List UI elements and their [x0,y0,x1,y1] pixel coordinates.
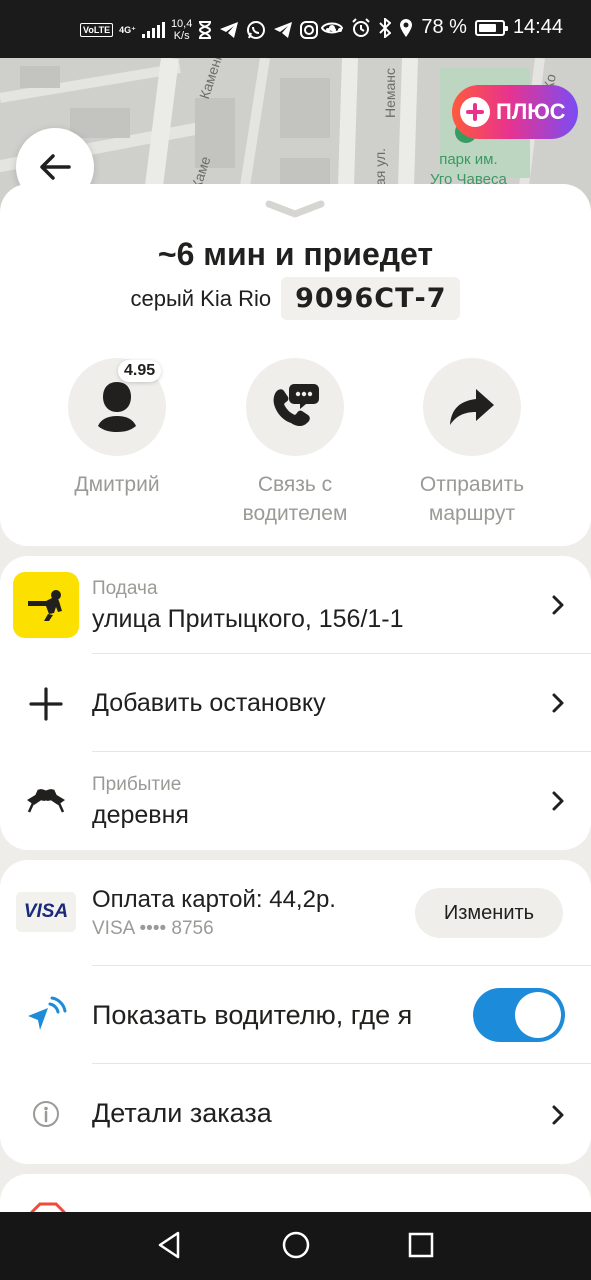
pickup-person-icon [13,572,79,638]
status-right: 78 % 14:44 [321,16,563,39]
volte-indicator: VoLTE [80,23,114,37]
chevron-right-icon [552,791,564,811]
whatsapp-icon [247,21,266,39]
driver-name: Дмитрий [74,473,160,496]
network-speed: 10,4 K/s [171,18,192,42]
battery-percent: 78 % [421,16,467,38]
eta-title: ~6 мин и приедет [157,236,434,272]
share-label-line1: Отправить [419,473,525,496]
chevron-right-icon [552,1105,564,1125]
route-card: Подача улица Притыцкого, 156/1-1 Добавит… [0,556,591,850]
show-location-row[interactable]: Показать водителю, где я [0,966,591,1064]
payment-card: VISA Оплата картой: 44,2р. VISA •••• 875… [0,860,591,1164]
contact-driver-action[interactable]: Связь с водителем [210,358,380,528]
plus-badge-label: ПЛЮС [496,99,566,124]
share-label-line2: маршрут [428,502,516,525]
toggle-knob [515,992,561,1038]
arrival-address: деревня [92,801,189,829]
map-street-label: ая ул. [372,147,388,186]
driver-action[interactable]: 4.95 Дмитрий [32,358,202,499]
hourglass-icon [199,21,212,39]
nav-back-icon[interactable] [156,1230,182,1260]
phone-chat-icon [273,384,319,426]
chevron-right-icon [552,693,564,713]
signal-strength-icon [141,22,165,38]
nav-home-icon[interactable] [281,1230,311,1260]
park-name-line1: парк им. [439,151,498,168]
instagram-icon [300,21,319,39]
pickup-address: улица Притыцкого, 156/1-1 [92,605,404,633]
contact-driver-button[interactable] [246,358,344,456]
pickup-row[interactable]: Подача улица Притыцкого, 156/1-1 [0,556,591,654]
battery-fill [478,23,496,32]
driver-avatar[interactable]: 4.95 [68,358,166,456]
change-payment-button[interactable]: Изменить [415,888,563,938]
nav-recents-icon[interactable] [408,1230,434,1260]
add-stop-label: Добавить остановку [92,689,326,717]
share-route-action[interactable]: Отправить маршрут [387,358,557,528]
status-bar: VoLTE 4G⁺ 10,4 K/s 78 % 14:44 [0,0,591,58]
contact-driver-label: Связь с водителем [210,470,380,528]
share-route-label: Отправить маршрут [387,470,557,528]
payment-row[interactable]: VISA Оплата картой: 44,2р. VISA •••• 875… [0,860,591,966]
map-street-label: Неманс [382,67,398,118]
license-plate: 9096СТ-7 [281,277,461,320]
share-route-button[interactable] [423,358,521,456]
pickup-label: Подача [92,578,158,599]
location-broadcast-icon [28,996,67,1030]
add-stop-row[interactable]: Добавить остановку [0,654,591,752]
car-model: серый Kia Rio [130,285,272,311]
finish-flags-icon [27,789,65,813]
clock: 14:44 [512,16,563,38]
driver-rating-badge: 4.95 [118,360,162,382]
plus-icon [29,687,63,721]
system-nav-bar [0,1212,591,1280]
network-type: 4G⁺ [119,24,136,35]
chevron-right-icon [552,595,564,615]
order-details-row[interactable]: Детали заказа [0,1064,591,1162]
show-location-label: Показать водителю, где я [92,1000,413,1030]
show-location-toggle[interactable] [473,988,565,1042]
arrival-label: Прибытие [92,774,182,795]
bluetooth-icon [379,17,392,38]
payment-title: Оплата картой: 44,2р. [92,886,336,913]
info-icon [33,1101,59,1127]
driver-person-icon [98,382,136,432]
card-number: VISA •••• 8756 [92,918,214,939]
plus-badge[interactable]: ПЛЮС [452,85,578,139]
telegram-icon [274,22,293,38]
car-info: серый Kia Rio 9096СТ-7 [0,277,591,320]
alarm-icon [352,17,371,37]
share-arrow-icon [450,389,494,425]
order-sheet: ~6 мин и приедет серый Kia Rio 9096СТ-7 … [0,184,591,546]
collapse-chevron-icon[interactable] [264,198,326,220]
card-brand: VISA [23,901,69,922]
battery-icon [474,19,508,36]
contact-label-line1: Связь с [257,473,333,496]
arrow-left-icon [40,154,71,180]
arrival-row[interactable]: Прибытие деревня [0,752,591,850]
location-icon [400,18,413,37]
visa-card-icon: VISA [16,892,76,932]
order-details-label: Детали заказа [92,1098,272,1128]
contact-label-line2: водителем [242,502,348,525]
plus-icon [460,97,490,127]
telegram-icon [220,22,239,38]
speed-value: 10,4 [170,18,193,30]
eye-icon [321,22,344,33]
speed-unit: K/s [173,30,190,42]
status-left: VoLTE 4G⁺ 10,4 K/s [80,18,343,42]
